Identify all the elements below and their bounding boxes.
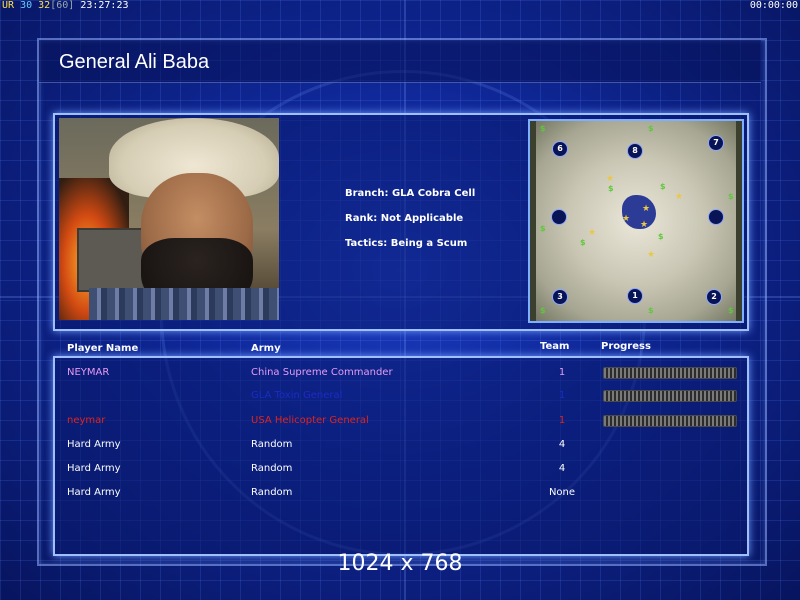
general-tactics: Tactics: Being a Scum — [345, 238, 468, 249]
start-slot-6: 6 — [552, 141, 568, 157]
fps-average: 32 — [38, 0, 51, 11]
oil-derrick-icon: $ — [728, 306, 734, 315]
general-title: General Ali Baba — [59, 51, 210, 73]
player-name: Hard Army — [67, 439, 121, 450]
general-rank: Rank: Not Applicable — [345, 213, 464, 224]
oil-derrick-icon: $ — [648, 124, 654, 133]
oil-derrick-icon: $ — [648, 306, 654, 315]
header-progress: Progress — [601, 341, 651, 352]
player-row: Hard Army Random None — [67, 486, 747, 500]
clock: 23:27:23 — [80, 0, 129, 11]
header-player-name: Player Name — [67, 343, 139, 354]
player-army: China Supreme Commander — [251, 367, 393, 378]
player-row: Hard Army Random 4 — [67, 438, 747, 452]
player-team: 4 — [558, 439, 566, 450]
player-army: USA Helicopter General — [251, 415, 369, 426]
player-team: 1 — [558, 390, 566, 401]
ur-label: UR — [2, 0, 15, 11]
loading-progress-bar — [603, 415, 737, 427]
loading-progress-bar — [603, 367, 737, 379]
player-name: neymar — [67, 415, 106, 426]
player-army: Random — [251, 487, 293, 498]
fps-cap: [60] — [50, 0, 75, 11]
oil-derrick-icon: $ — [658, 232, 664, 241]
resolution-label: 1024 x 768 — [337, 551, 463, 576]
game-timer: 00:00:00 — [749, 0, 798, 11]
general-portrait — [59, 118, 279, 320]
header-army: Army — [251, 343, 281, 354]
supply-star-icon: ★ — [606, 174, 615, 184]
player-army: Random — [251, 439, 293, 450]
oil-derrick-icon: $ — [580, 238, 586, 247]
player-row: Hard Army Random 4 — [67, 462, 747, 476]
oil-derrick-icon: $ — [540, 224, 546, 233]
player-team: 4 — [558, 463, 566, 474]
supply-star-icon: ★ — [647, 250, 656, 260]
status-bar: UR 30 32[60] 23:27:23 00:00:00 — [0, 0, 800, 12]
player-row: NEYMAR China Supreme Commander 1 — [67, 366, 747, 380]
oil-derrick-icon: $ — [728, 192, 734, 201]
supply-star-icon: ★ — [622, 214, 631, 224]
start-slot-7: 7 — [708, 135, 724, 151]
loading-progress-bar — [603, 390, 737, 402]
oil-derrick-icon: $ — [540, 306, 546, 315]
general-branch: Branch: GLA Cobra Cell — [345, 188, 476, 199]
player-row: GLA Toxin General 1 — [67, 389, 747, 403]
player-list-panel — [53, 356, 749, 556]
start-slot-2: 2 — [706, 289, 722, 305]
supply-star-icon: ★ — [642, 204, 651, 214]
player-name: Hard Army — [67, 463, 121, 474]
player-team: None — [548, 487, 576, 498]
start-slot-1: 1 — [627, 288, 643, 304]
header-team: Team — [540, 341, 570, 352]
map-preview: 6 8 7 3 1 2 ★ ★ ★ ★ ★ ★ ★ $ $ $ $ $ $ $ … — [528, 119, 744, 323]
oil-derrick-icon: $ — [540, 124, 546, 133]
player-row: neymar USA Helicopter General 1 — [67, 414, 747, 428]
supply-star-icon: ★ — [588, 228, 597, 238]
oil-derrick-icon: $ — [660, 182, 666, 191]
portrait-shirt — [89, 288, 279, 320]
portrait-truck — [77, 228, 151, 292]
start-slot-8: 8 — [627, 143, 643, 159]
start-slot-3: 3 — [552, 289, 568, 305]
fps-readout: UR 30 32[60] 23:27:23 — [2, 0, 129, 12]
player-name: Hard Army — [67, 487, 121, 498]
player-army: GLA Toxin General — [251, 390, 343, 401]
oil-derrick-icon: $ — [608, 184, 614, 193]
start-slot-empty-east — [708, 209, 724, 225]
player-name: NEYMAR — [67, 367, 110, 378]
supply-star-icon: ★ — [675, 192, 684, 202]
player-team: 1 — [558, 415, 566, 426]
player-army: Random — [251, 463, 293, 474]
supply-star-icon: ★ — [640, 220, 649, 230]
fps-current: 30 — [20, 0, 33, 11]
player-team: 1 — [558, 367, 566, 378]
start-slot-empty-west — [551, 209, 567, 225]
